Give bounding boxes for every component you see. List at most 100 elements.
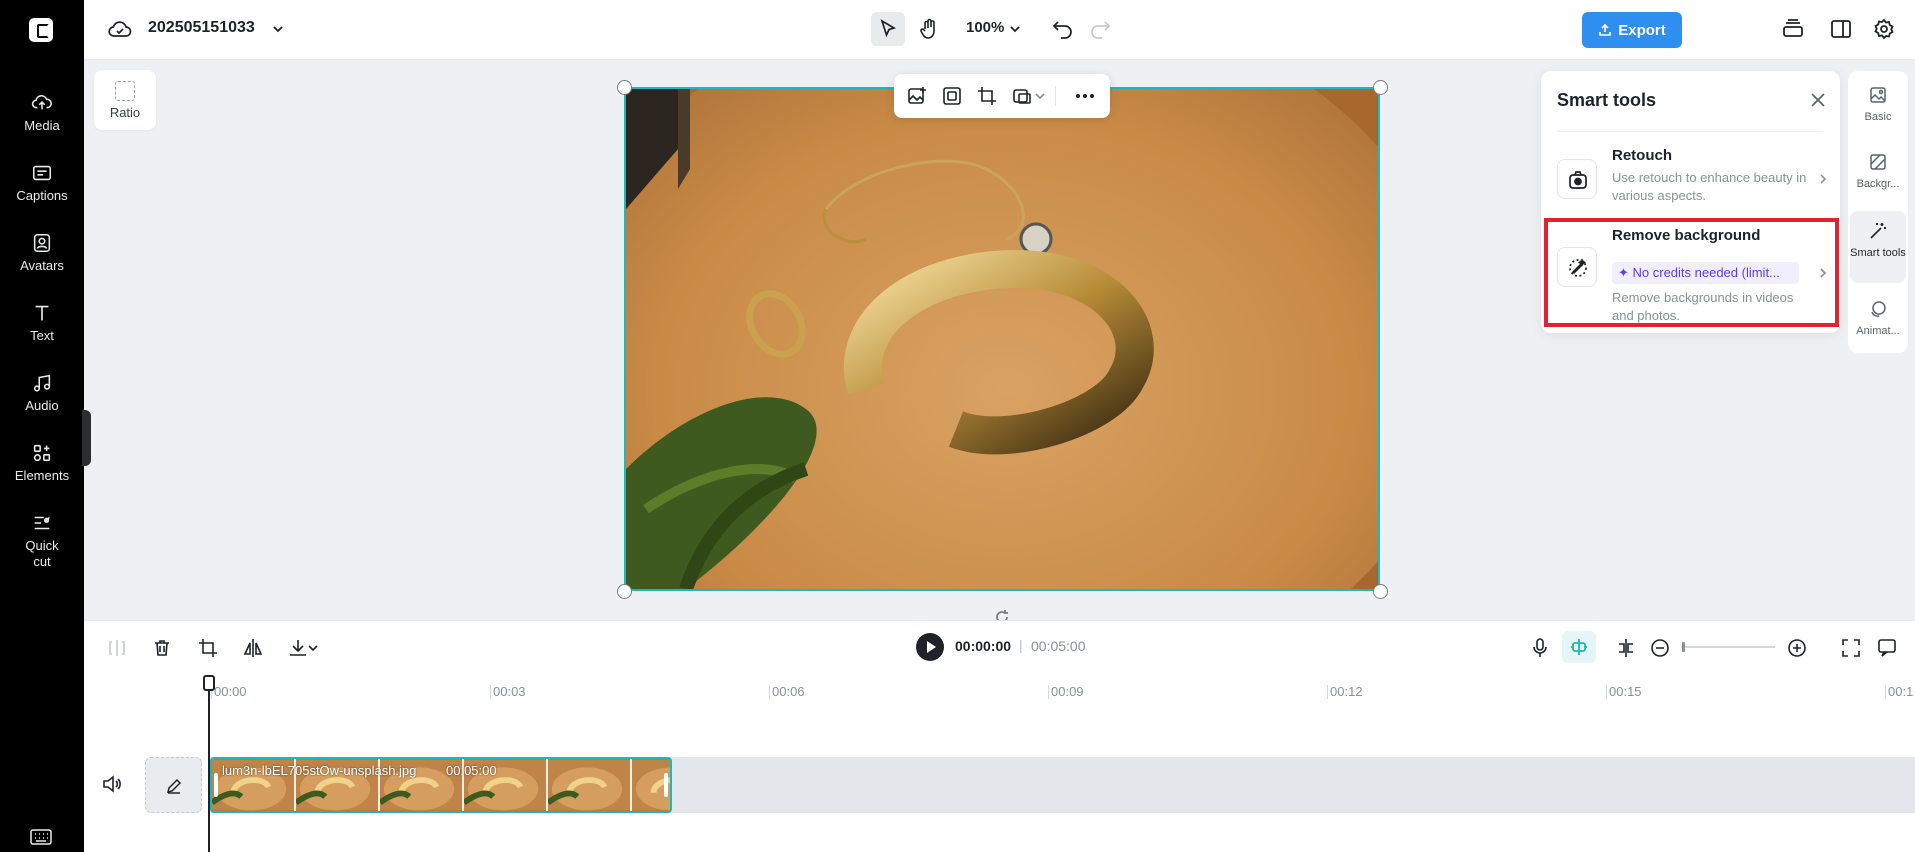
microphone-icon[interactable] — [1529, 637, 1551, 659]
avatar-icon — [33, 233, 51, 253]
cursor-arrow-icon — [880, 19, 897, 38]
time-separator: | — [1019, 637, 1023, 653]
edit-cover-button[interactable] — [145, 757, 202, 813]
speaker-icon[interactable] — [101, 773, 123, 795]
settings-gear-icon[interactable] — [1872, 17, 1896, 41]
quick-cut-icon — [34, 516, 50, 530]
sidebar-item-label: Elements — [14, 468, 70, 483]
magic-wand-icon — [1870, 223, 1886, 239]
redo-icon[interactable] — [1087, 16, 1113, 42]
music-note-icon — [33, 374, 51, 392]
tab-basic[interactable]: Basic — [1850, 85, 1906, 141]
property-tabs-rail: Basic Backgr... Smart tools Animat... — [1848, 71, 1908, 353]
project-title[interactable]: 202505151033 — [148, 19, 255, 37]
resize-handle-bottom-right[interactable] — [1373, 584, 1388, 599]
sidebar-item-label: Media — [24, 118, 60, 133]
zoom-in-icon[interactable] — [1786, 637, 1808, 659]
sidebar-item-label: Captions — [16, 188, 68, 203]
export-label: Export — [1618, 21, 1666, 39]
clip-thumbnail — [548, 759, 632, 811]
tab-animation[interactable]: Animat... — [1850, 299, 1906, 349]
delete-trash-icon[interactable] — [151, 637, 173, 659]
floating-toolbar — [894, 74, 1110, 118]
timeline-zoom-slider[interactable] — [1681, 646, 1775, 648]
clip-trim-handle-right[interactable] — [664, 773, 668, 797]
remove-background-tool[interactable]: Remove background ✦ No credits needed (l… — [1555, 227, 1827, 323]
panel-layout-icon[interactable] — [1829, 17, 1853, 41]
play-button[interactable] — [916, 633, 944, 661]
app-logo[interactable] — [29, 18, 53, 42]
left-sidebar: Media Captions Avatars Text Audio Elemen… — [0, 0, 84, 852]
resize-handle-top-left[interactable] — [617, 80, 632, 95]
hand-icon — [920, 18, 935, 39]
resize-handle-top-right[interactable] — [1373, 80, 1388, 95]
ruler-tick: 00:06 — [769, 684, 805, 699]
zoom-level[interactable]: 100% — [966, 19, 1004, 36]
chevron-down-icon[interactable] — [1008, 22, 1022, 36]
zoom-slider-knob[interactable] — [1681, 642, 1685, 652]
crop-icon[interactable] — [197, 637, 219, 659]
flip-icon[interactable] — [242, 637, 264, 659]
feedback-icon[interactable] — [1876, 637, 1898, 659]
chevron-right-icon — [1820, 268, 1827, 278]
layers-stack-icon[interactable] — [1781, 17, 1805, 41]
tool-description: Use retouch to enhance beauty in various… — [1612, 170, 1807, 203]
sidebar-item-media[interactable]: Media — [0, 92, 84, 134]
sidebar-collapse-handle[interactable] — [82, 410, 91, 466]
smart-tools-panel: Smart tools Retouch Use retouch to enhan… — [1541, 71, 1840, 333]
cloud-sync-icon[interactable] — [108, 18, 132, 40]
ratio-label: Ratio — [109, 104, 141, 120]
zoom-out-icon[interactable] — [1649, 637, 1671, 659]
animation-icon — [1871, 301, 1886, 317]
pencil-icon — [166, 778, 182, 794]
sidebar-item-captions[interactable]: Captions — [0, 162, 84, 204]
canvas-photo-jewelry[interactable] — [624, 87, 1380, 591]
chevron-right-icon — [1820, 174, 1827, 184]
crop-icon[interactable] — [976, 85, 998, 107]
chevron-down-icon[interactable] — [1033, 85, 1047, 107]
no-credits-badge: ✦ No credits needed (limit... — [1612, 262, 1799, 284]
resize-handle-bottom-left[interactable] — [617, 584, 632, 599]
fullscreen-icon[interactable] — [1840, 637, 1862, 659]
close-icon[interactable] — [1809, 91, 1827, 109]
split-scene-icon[interactable] — [1615, 637, 1637, 659]
magnet-snap-toggle[interactable] — [1562, 631, 1596, 663]
ruler-tick: 00:09 — [1048, 684, 1084, 699]
retouch-tool[interactable]: Retouch Use retouch to enhance beauty in… — [1555, 147, 1827, 211]
mask-icon[interactable] — [1011, 85, 1033, 107]
ruler-tick: 00:03 — [490, 684, 526, 699]
split-icon[interactable] — [106, 637, 128, 659]
timeline-clip[interactable]: lum3n-lbEL705stOw-unsplash.jpg 00:05:00 — [210, 757, 672, 813]
ratio-button[interactable]: Ratio — [94, 70, 156, 130]
tab-background[interactable]: Backgr... — [1850, 152, 1906, 208]
tab-label: Animat... — [1856, 325, 1900, 337]
sidebar-item-text[interactable]: Text — [0, 302, 84, 344]
export-button[interactable]: Export — [1582, 12, 1682, 48]
sidebar-item-elements[interactable]: Elements — [0, 442, 84, 484]
playhead-handle[interactable] — [203, 675, 215, 691]
sidebar-item-label: Audio — [25, 398, 59, 413]
panel-title: Smart tools — [1557, 90, 1657, 110]
chevron-down-icon[interactable] — [306, 637, 320, 659]
sidebar-item-audio[interactable]: Audio — [0, 372, 84, 414]
replace-image-icon[interactable] — [906, 85, 928, 107]
ruler-tick: 00:12 — [1327, 684, 1363, 699]
clip-trim-handle-left[interactable] — [214, 773, 218, 797]
playhead-line[interactable] — [208, 676, 210, 852]
sidebar-item-label: Avatars — [20, 258, 64, 273]
smart-crop-icon[interactable] — [941, 85, 963, 107]
clip-duration: 00:05:00 — [446, 763, 497, 778]
chevron-down-icon[interactable] — [270, 21, 286, 37]
sidebar-item-quick-cut[interactable]: Quick cut — [0, 512, 84, 570]
toolbar-divider — [1055, 86, 1056, 106]
hand-tool-button[interactable] — [912, 12, 946, 46]
sidebar-item-avatars[interactable]: Avatars — [0, 232, 84, 274]
tab-label: Backgr... — [1856, 178, 1900, 190]
undo-icon[interactable] — [1050, 16, 1076, 42]
tab-smart-tools[interactable]: Smart tools — [1850, 211, 1906, 283]
select-tool-button[interactable] — [871, 12, 905, 46]
keyboard-icon[interactable] — [30, 829, 52, 845]
captions-icon — [32, 165, 52, 181]
more-options-icon[interactable] — [1074, 85, 1096, 107]
image-basic-icon — [1870, 87, 1886, 103]
